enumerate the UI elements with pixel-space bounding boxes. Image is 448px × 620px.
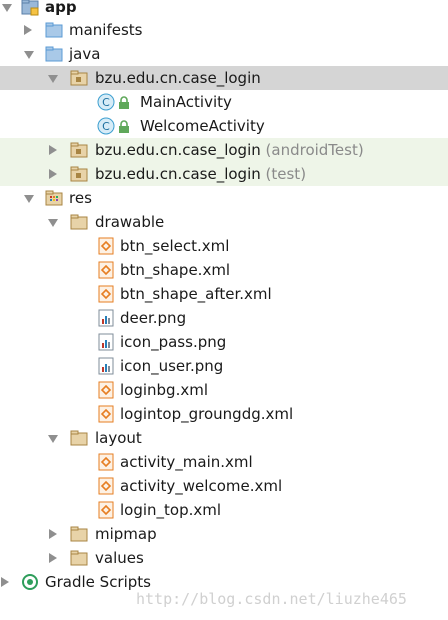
tree-node-file[interactable]: icon_user.png bbox=[0, 354, 448, 378]
android-test-suffix: (androidTest) bbox=[265, 141, 364, 159]
lock-icon bbox=[119, 120, 129, 133]
gradle-icon bbox=[22, 574, 38, 590]
tree-node-main-activity[interactable]: C MainActivity bbox=[0, 90, 448, 114]
expand-arrow-icon[interactable] bbox=[48, 219, 58, 227]
tree-label-res: res bbox=[69, 189, 92, 207]
tree-node-java[interactable]: java bbox=[0, 42, 448, 66]
tree-label-file: btn_select.xml bbox=[120, 237, 230, 255]
lock-icon bbox=[119, 96, 129, 109]
tree-node-welcome-activity[interactable]: C WelcomeActivity bbox=[0, 114, 448, 138]
folder-icon bbox=[70, 550, 88, 566]
folder-icon bbox=[45, 22, 63, 38]
tree-node-file[interactable]: logintop_groungdg.xml bbox=[0, 402, 448, 426]
tree-node-file[interactable]: deer.png bbox=[0, 306, 448, 330]
tree-node-file[interactable]: login_top.xml bbox=[0, 498, 448, 522]
tree-node-package-test[interactable]: bzu.edu.cn.case_login (test) bbox=[0, 162, 448, 186]
test-suffix: (test) bbox=[265, 165, 307, 183]
package-folder-icon bbox=[70, 70, 88, 86]
tree-node-values[interactable]: values bbox=[0, 546, 448, 570]
watermark-text: http://blog.csdn.net/liuzhe465 bbox=[136, 590, 407, 608]
expand-arrow-icon[interactable] bbox=[2, 4, 12, 12]
tree-node-package-main[interactable]: bzu.edu.cn.case_login bbox=[0, 66, 448, 90]
module-folder-icon bbox=[21, 0, 39, 16]
expand-arrow-icon[interactable] bbox=[48, 435, 58, 443]
folder-icon bbox=[70, 214, 88, 230]
xml-file-icon bbox=[98, 453, 114, 471]
tree-node-app[interactable]: app bbox=[0, 0, 448, 19]
class-icon: C bbox=[97, 93, 115, 111]
folder-icon bbox=[70, 430, 88, 446]
tree-label-mipmap: mipmap bbox=[95, 525, 157, 543]
tree-label-file: logintop_groungdg.xml bbox=[120, 405, 294, 423]
tree-label-layout: layout bbox=[95, 429, 142, 447]
tree-label-main-activity: MainActivity bbox=[140, 93, 232, 111]
collapse-arrow-icon[interactable] bbox=[24, 25, 32, 35]
tree-node-file[interactable]: icon_pass.png bbox=[0, 330, 448, 354]
svg-text:C: C bbox=[102, 120, 110, 133]
xml-file-icon bbox=[98, 405, 114, 423]
tree-label-file: btn_shape_after.xml bbox=[120, 285, 272, 303]
tree-label-file: activity_welcome.xml bbox=[120, 477, 283, 495]
tree-node-drawable[interactable]: drawable bbox=[0, 210, 448, 234]
tree-node-file[interactable]: loginbg.xml bbox=[0, 378, 448, 402]
collapse-arrow-icon[interactable] bbox=[49, 529, 57, 539]
tree-label-welcome-activity: WelcomeActivity bbox=[140, 117, 265, 135]
tree-node-package-android-test[interactable]: bzu.edu.cn.case_login (androidTest) bbox=[0, 138, 448, 162]
package-folder-icon bbox=[70, 166, 88, 182]
tree-node-file[interactable]: btn_shape_after.xml bbox=[0, 282, 448, 306]
collapse-arrow-icon[interactable] bbox=[49, 169, 57, 179]
folder-icon bbox=[70, 526, 88, 542]
image-file-icon bbox=[98, 333, 114, 351]
tree-label-java: java bbox=[69, 45, 101, 63]
tree-label-package-test: bzu.edu.cn.case_login (test) bbox=[95, 165, 307, 183]
xml-file-icon bbox=[98, 261, 114, 279]
collapse-arrow-icon[interactable] bbox=[49, 145, 57, 155]
tree-node-res[interactable]: res bbox=[0, 186, 448, 210]
tree-node-mipmap[interactable]: mipmap bbox=[0, 522, 448, 546]
expand-arrow-icon[interactable] bbox=[24, 195, 34, 203]
collapse-arrow-icon[interactable] bbox=[1, 577, 9, 587]
tree-label-file: icon_user.png bbox=[120, 357, 224, 375]
tree-node-file[interactable]: btn_shape.xml bbox=[0, 258, 448, 282]
xml-file-icon bbox=[98, 381, 114, 399]
tree-node-file[interactable]: activity_welcome.xml bbox=[0, 474, 448, 498]
expand-arrow-icon[interactable] bbox=[24, 51, 34, 59]
xml-file-icon bbox=[98, 501, 114, 519]
tree-label-package-android-test: bzu.edu.cn.case_login (androidTest) bbox=[95, 141, 364, 159]
folder-icon bbox=[45, 46, 63, 62]
tree-node-file[interactable]: activity_main.xml bbox=[0, 450, 448, 474]
xml-file-icon bbox=[98, 237, 114, 255]
tree-label-gradle-scripts: Gradle Scripts bbox=[45, 573, 151, 591]
tree-label-values: values bbox=[95, 549, 144, 567]
tree-label-file: activity_main.xml bbox=[120, 453, 253, 471]
tree-label-file: loginbg.xml bbox=[120, 381, 209, 399]
tree-label-file: icon_pass.png bbox=[120, 333, 227, 351]
image-file-icon bbox=[98, 357, 114, 375]
collapse-arrow-icon[interactable] bbox=[49, 553, 57, 563]
tree-label-file: login_top.xml bbox=[120, 501, 222, 519]
xml-file-icon bbox=[98, 285, 114, 303]
package-folder-icon bbox=[70, 142, 88, 158]
svg-text:C: C bbox=[102, 96, 110, 109]
tree-node-manifests[interactable]: manifests bbox=[0, 18, 448, 42]
tree-label-package-main: bzu.edu.cn.case_login bbox=[95, 69, 261, 87]
image-file-icon bbox=[98, 309, 114, 327]
class-icon: C bbox=[97, 117, 115, 135]
tree-node-layout[interactable]: layout bbox=[0, 426, 448, 450]
resource-folder-icon bbox=[45, 190, 63, 206]
expand-arrow-icon[interactable] bbox=[48, 75, 58, 83]
tree-label-drawable: drawable bbox=[95, 213, 165, 231]
tree-label-file: btn_shape.xml bbox=[120, 261, 231, 279]
tree-label-file: deer.png bbox=[120, 309, 187, 327]
tree-label-manifests: manifests bbox=[69, 21, 143, 39]
tree-node-file[interactable]: btn_select.xml bbox=[0, 234, 448, 258]
tree-label-app: app bbox=[45, 0, 77, 16]
xml-file-icon bbox=[98, 477, 114, 495]
